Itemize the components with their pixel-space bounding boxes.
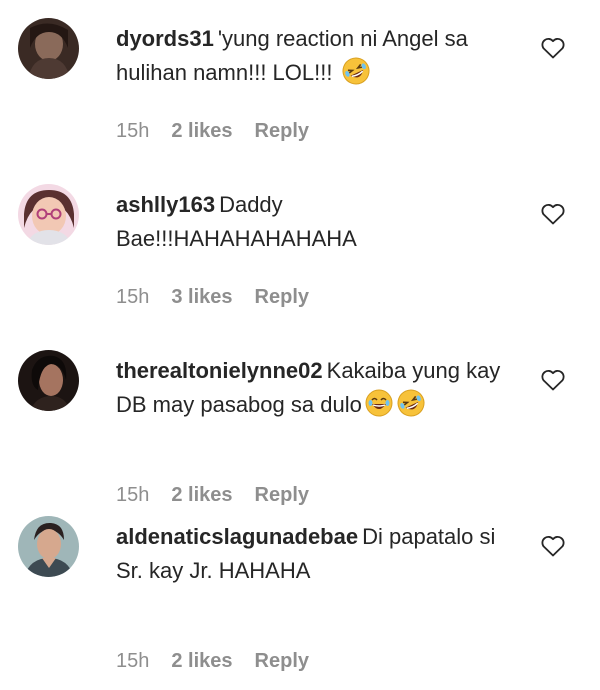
comment-item: ashlly163 Daddy Bae!!!HAHAHAHAHAHA 15h 3 l… [0,166,600,332]
comment-meta: 15h 3 likes Reply [116,282,331,312]
avatar[interactable] [18,516,79,577]
comment-body: therealtonielynne02 Kakaiba yung kay DB m… [116,354,516,422]
comment-likes[interactable]: 2 likes [171,120,232,142]
comment-body: ashlly163 Daddy Bae!!!HAHAHAHAHAHA [116,188,516,256]
avatar[interactable] [18,184,79,245]
avatar[interactable] [18,350,79,411]
avatar[interactable] [18,18,79,79]
comment-meta: 15h 2 likes Reply [116,116,331,146]
comment-likes[interactable]: 2 likes [171,650,232,672]
comment-meta: 15h 2 likes Reply [116,646,331,676]
rofl-emoji [396,388,426,418]
heart-outline-icon[interactable] [540,202,566,226]
heart-outline-icon[interactable] [540,368,566,392]
comment-item: aldenaticslagunadebae Di papatalo si Sr. … [0,498,600,672]
joy-emoji [364,388,394,418]
reply-button[interactable]: Reply [255,120,309,142]
comment-username[interactable]: aldenaticslagunadebae [116,524,358,549]
comment-body: dyords31'yung reaction ni Angel sa hulih… [116,22,516,90]
comment-likes[interactable]: 3 likes [171,286,232,308]
comment-time[interactable]: 15h [116,286,149,308]
comment-username[interactable]: dyords31 [116,26,214,51]
rofl-emoji [341,56,371,86]
reply-button[interactable]: Reply [255,650,309,672]
heart-outline-icon[interactable] [540,36,566,60]
comment-username[interactable]: therealtonielynne02 [116,358,323,383]
heart-outline-icon[interactable] [540,534,566,558]
comment-time[interactable]: 15h [116,120,149,142]
reply-button[interactable]: Reply [255,286,309,308]
comment-list: dyords31'yung reaction ni Angel sa hulih… [0,0,600,690]
comment-item: dyords31'yung reaction ni Angel sa hulih… [0,0,600,166]
comment-item: therealtonielynne02 Kakaiba yung kay DB m… [0,332,600,506]
comment-username[interactable]: ashlly163 [116,192,215,217]
comment-body: aldenaticslagunadebae Di papatalo si Sr. … [116,520,516,588]
comment-time[interactable]: 15h [116,650,149,672]
